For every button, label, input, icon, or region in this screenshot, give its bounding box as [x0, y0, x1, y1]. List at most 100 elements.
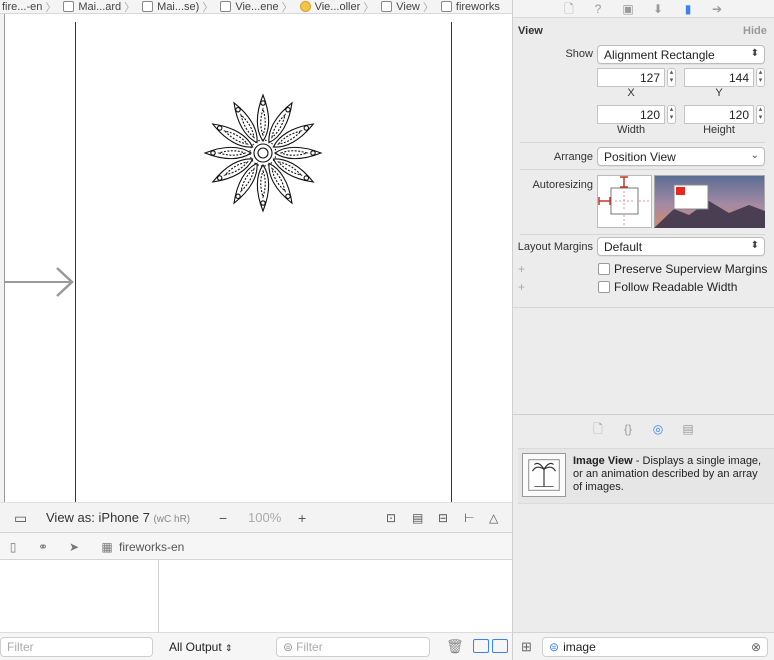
- view-as-device: View as: iPhone 7: [46, 510, 150, 525]
- height-stepper[interactable]: ▴ ▾: [756, 105, 765, 124]
- breadcrumb-item-folder[interactable]: Mai...ard: [57, 1, 123, 13]
- breadcrumb: fire...-en 〉 Mai...ard 〉 Mai...se) 〉 Vie…: [0, 0, 512, 14]
- add-variation-icon[interactable]: +: [518, 262, 525, 276]
- chevron-updown-icon: ⬍: [750, 240, 759, 251]
- view-as-label[interactable]: View as: iPhone 7 (wC hR): [46, 510, 190, 525]
- identity-inspector-icon[interactable]: ▣: [621, 2, 635, 16]
- debug-target-label[interactable]: fireworks-en: [119, 540, 184, 554]
- width-stepper[interactable]: ▴ ▾: [667, 105, 676, 124]
- storyboard-file-icon: [142, 1, 154, 12]
- height-value: 120: [728, 108, 749, 122]
- width-value: 120: [639, 108, 660, 122]
- resolve-issues-icon[interactable]: △: [489, 511, 498, 525]
- breadcrumb-item-project[interactable]: fire...-en: [0, 1, 44, 13]
- layout-margins-popup[interactable]: Default ⬍: [597, 237, 765, 256]
- file-template-library-icon[interactable]: 🗋: [591, 422, 605, 436]
- breadcrumb-item-view[interactable]: View: [375, 1, 422, 13]
- zoom-in-button[interactable]: +: [298, 511, 306, 525]
- chevron-right-icon: 〉: [363, 1, 375, 14]
- console-bar: Filter All Output ⇕ ⊜ Filter 🗑: [0, 632, 512, 660]
- media-library-icon[interactable]: ▤: [681, 422, 695, 436]
- show-value: Alignment Rectangle: [604, 48, 715, 62]
- update-frames-icon[interactable]: ⊡: [386, 511, 396, 525]
- image-view-icon: [522, 453, 566, 497]
- chevron-updown-icon: ⬍: [750, 48, 759, 59]
- library-tabs: 🗋 {} ◎ ▤: [513, 414, 774, 444]
- zoom-out-button[interactable]: −: [219, 511, 227, 525]
- align-icon[interactable]: ⊟: [438, 511, 448, 525]
- breadcrumb-item-storyboard[interactable]: Mai...se): [136, 1, 201, 13]
- fireworks-image-view[interactable]: [200, 90, 326, 216]
- chevron-down-icon: ⌄: [750, 150, 759, 161]
- x-caption: X: [627, 87, 635, 99]
- y-value: 144: [728, 71, 749, 85]
- pin-icon[interactable]: ⊢: [464, 511, 474, 525]
- follow-readable-width-label: Follow Readable Width: [614, 280, 738, 294]
- arrange-popup[interactable]: Position View ⌄: [597, 147, 765, 166]
- filter-icon: ⊜: [283, 640, 294, 654]
- show-popup[interactable]: Alignment Rectangle ⬍: [597, 45, 765, 64]
- embed-in-stack-icon[interactable]: ▤: [412, 511, 423, 525]
- quick-help-icon[interactable]: ?: [591, 2, 605, 16]
- library-search-input[interactable]: ⊜ image ⊗: [542, 637, 768, 657]
- device-config-icon[interactable]: ▭: [14, 511, 27, 525]
- breadcrumb-item-controller[interactable]: Vie...oller: [294, 1, 363, 13]
- hide-button[interactable]: Hide: [743, 25, 767, 37]
- show-console-icon[interactable]: [492, 639, 508, 653]
- variables-filter-input[interactable]: Filter: [0, 637, 153, 657]
- object-library-icon[interactable]: ◎: [651, 422, 665, 436]
- y-caption: Y: [715, 87, 723, 99]
- x-value: 127: [639, 71, 660, 85]
- breadcrumb-label: Vie...oller: [314, 0, 361, 13]
- y-field[interactable]: 144: [684, 68, 754, 87]
- autoresizing-mask-control[interactable]: [597, 175, 652, 228]
- code-snippet-library-icon[interactable]: {}: [621, 422, 635, 436]
- autoresizing-preview: [654, 175, 765, 228]
- arrange-label: Arrange: [553, 151, 593, 163]
- breadcrumb-label: fire...-en: [2, 0, 43, 13]
- preserve-superview-margins-label: Preserve Superview Margins: [614, 262, 768, 276]
- library-search-value: image: [563, 640, 596, 654]
- chevron-right-icon: 〉: [281, 1, 293, 14]
- library-filter-bar: ⊞ ⊜ image ⊗: [513, 632, 774, 660]
- breadcrumb-label: Vie...ene: [235, 0, 279, 13]
- view-hierarchy-icon[interactable]: ⚭: [36, 540, 50, 554]
- console-filter-input[interactable]: ⊜ Filter: [276, 637, 430, 657]
- x-field[interactable]: 127: [597, 68, 665, 87]
- inspector-pane: [512, 0, 774, 660]
- filter-placeholder: Filter: [7, 640, 34, 654]
- show-label: Show: [565, 48, 593, 60]
- width-field[interactable]: 120: [597, 105, 665, 124]
- x-stepper[interactable]: ▴ ▾: [667, 68, 676, 87]
- image-view-icon: [440, 1, 452, 12]
- breadcrumb-item-image[interactable]: fireworks: [435, 1, 502, 13]
- height-field[interactable]: 120: [684, 105, 754, 124]
- divider: [513, 307, 774, 308]
- y-stepper[interactable]: ▴ ▾: [756, 68, 765, 87]
- hide-debug-area-icon[interactable]: ▯: [6, 540, 20, 554]
- location-icon[interactable]: ➤: [67, 540, 81, 554]
- file-inspector-icon[interactable]: 🗋: [562, 2, 576, 16]
- view-controller-icon: [299, 1, 311, 12]
- initial-view-controller-arrow-icon: [5, 267, 74, 297]
- follow-readable-width-checkbox[interactable]: [598, 281, 610, 293]
- height-caption: Height: [703, 124, 735, 136]
- output-selector[interactable]: All Output ⇕: [169, 640, 233, 654]
- library-item-title: Image View: [573, 455, 633, 467]
- show-variables-view-icon[interactable]: [473, 639, 489, 653]
- divider: [520, 169, 765, 170]
- width-caption: Width: [616, 124, 646, 136]
- add-variation-icon[interactable]: +: [518, 280, 525, 294]
- grid-view-icon[interactable]: ⊞: [521, 639, 532, 655]
- layout-margins-label: Layout Margins: [517, 241, 593, 253]
- trash-icon[interactable]: 🗑: [446, 638, 464, 655]
- clear-search-icon[interactable]: ⊗: [751, 640, 761, 654]
- size-class: (wC hR): [153, 514, 191, 525]
- size-inspector-icon[interactable]: ▮: [681, 2, 695, 16]
- breadcrumb-item-scene[interactable]: Vie...ene: [214, 1, 280, 13]
- connections-inspector-icon[interactable]: ➔: [710, 2, 724, 16]
- console-divider[interactable]: [158, 560, 159, 632]
- attributes-inspector-icon[interactable]: ⬇: [651, 2, 665, 16]
- preserve-superview-margins-checkbox[interactable]: [598, 263, 610, 275]
- divider: [520, 142, 765, 143]
